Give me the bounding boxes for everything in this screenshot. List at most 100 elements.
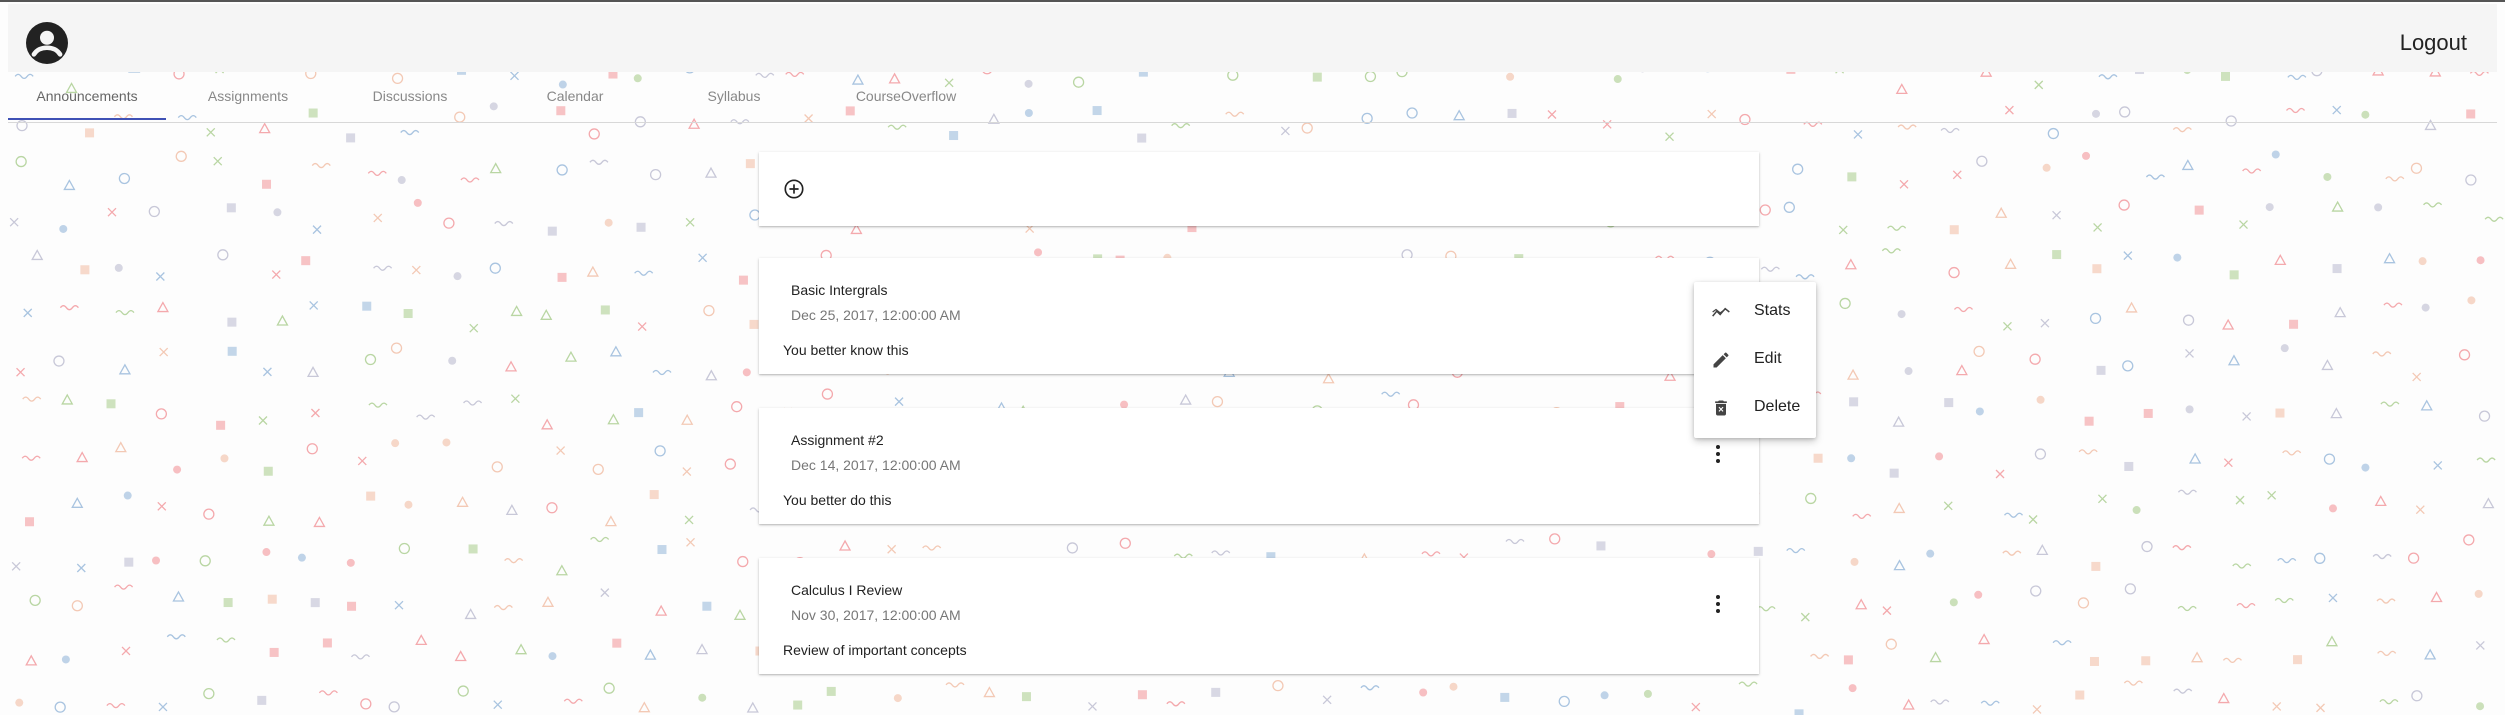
pattern-shape — [2321, 359, 2334, 371]
pattern-shape — [1995, 469, 2005, 479]
pattern-shape — [2190, 651, 2204, 663]
pattern-shape — [2323, 453, 2336, 465]
pattern-shape — [2172, 127, 2192, 133]
pattern-shape — [59, 305, 79, 311]
pattern-shape — [1849, 397, 1859, 407]
pattern-shape — [71, 496, 84, 508]
pattern-shape — [649, 490, 659, 500]
announcement-date: Dec 25, 2017, 12:00:00 AM — [791, 307, 961, 323]
pattern-shape — [217, 249, 229, 261]
pattern-shape — [604, 218, 613, 227]
pattern-shape — [733, 608, 747, 620]
course-tabs: Announcements Assignments Discussions Ca… — [8, 78, 2497, 123]
pattern-shape — [2467, 296, 2476, 305]
pattern-shape — [1850, 557, 1859, 566]
pattern-shape — [556, 446, 566, 456]
pattern-shape — [1707, 550, 1716, 559]
pattern-shape — [415, 634, 428, 646]
tab-courseoverflow[interactable]: CourseOverflow — [821, 78, 991, 120]
account-circle-icon[interactable] — [26, 22, 68, 64]
pattern-shape — [2239, 220, 2248, 230]
pattern-shape — [2132, 506, 2141, 515]
pattern-shape — [1847, 172, 1857, 182]
pattern-shape — [362, 301, 372, 311]
pattern-shape — [313, 516, 326, 528]
pattern-shape — [1137, 690, 1147, 700]
pattern-shape — [2280, 344, 2289, 353]
pattern-shape — [2376, 598, 2396, 604]
stats-icon — [1712, 307, 1730, 317]
pattern-shape — [2383, 302, 2403, 308]
pattern-shape — [297, 553, 306, 562]
tab-assignments[interactable]: Assignments — [173, 78, 323, 120]
pattern-shape — [124, 557, 134, 567]
pattern-shape — [226, 203, 236, 213]
pattern-shape — [2420, 399, 2433, 411]
menu-item-edit[interactable]: Edit — [1694, 337, 1816, 383]
pencil-icon — [1713, 352, 1729, 368]
pattern-shape — [1940, 127, 1960, 134]
pattern-shape — [53, 355, 65, 367]
pattern-shape — [649, 168, 662, 181]
pattern-shape — [1893, 502, 1906, 514]
pattern-shape — [199, 555, 211, 567]
pattern-shape — [2474, 589, 2483, 598]
menu-item-stats[interactable]: Stats — [1694, 289, 1816, 335]
pattern-shape — [494, 220, 514, 227]
pattern-shape — [2123, 680, 2143, 686]
pattern-shape — [2185, 348, 2194, 358]
more-vert-icon[interactable] — [1706, 592, 1730, 616]
pattern-shape — [505, 504, 519, 516]
menu-item-label: Delete — [1754, 398, 1801, 415]
tab-announcements[interactable]: Announcements — [8, 78, 166, 120]
pattern-shape — [2275, 408, 2285, 418]
pattern-shape — [793, 700, 803, 710]
pattern-shape — [2232, 563, 2252, 569]
pattern-shape — [2361, 463, 2370, 472]
pattern-shape — [2189, 452, 2202, 464]
pattern-shape — [394, 600, 404, 610]
pattern-shape — [258, 416, 268, 425]
pattern-shape — [2475, 640, 2485, 650]
pattern-shape — [391, 439, 400, 448]
menu-item-delete[interactable]: Delete — [1694, 385, 1816, 431]
tab-calendar[interactable]: Calendar — [500, 78, 650, 120]
pattern-shape — [681, 413, 694, 425]
pattern-shape — [258, 122, 271, 134]
pattern-shape — [589, 159, 609, 165]
pattern-shape — [2372, 351, 2392, 357]
pattern-shape — [2229, 270, 2239, 280]
pattern-shape — [463, 400, 483, 406]
pattern-shape — [54, 701, 66, 713]
tab-syllabus[interactable]: Syllabus — [659, 78, 809, 120]
pattern-shape — [2096, 365, 2106, 375]
pattern-shape — [364, 353, 377, 366]
pattern-shape — [2330, 407, 2343, 419]
pattern-shape — [411, 265, 421, 275]
pattern-shape — [22, 396, 42, 402]
add-circle-icon[interactable] — [783, 178, 805, 200]
pattern-shape — [684, 515, 694, 525]
pattern-shape — [2172, 545, 2192, 551]
pattern-shape — [510, 305, 523, 317]
pattern-shape — [731, 401, 743, 413]
more-vert-icon[interactable] — [1706, 442, 1730, 466]
pattern-shape — [2078, 449, 2098, 455]
pattern-shape — [1977, 633, 1991, 645]
pattern-shape — [1800, 612, 1810, 622]
pattern-shape — [2325, 635, 2339, 647]
pattern-shape — [887, 124, 907, 130]
pattern-shape — [1805, 492, 1817, 505]
pattern-shape — [2173, 253, 2182, 262]
logout-button[interactable]: Logout — [2400, 30, 2467, 56]
pattern-shape — [755, 72, 775, 78]
pattern-shape — [1926, 549, 1935, 558]
pattern-shape — [2181, 159, 2194, 171]
pattern-shape — [223, 598, 233, 608]
pattern-shape — [1179, 393, 1192, 405]
pattern-shape — [607, 413, 620, 425]
pattern-shape — [1838, 225, 1848, 235]
tab-discussions[interactable]: Discussions — [335, 78, 485, 120]
announcement-body: You better know this — [783, 342, 909, 358]
pattern-shape — [603, 682, 615, 694]
